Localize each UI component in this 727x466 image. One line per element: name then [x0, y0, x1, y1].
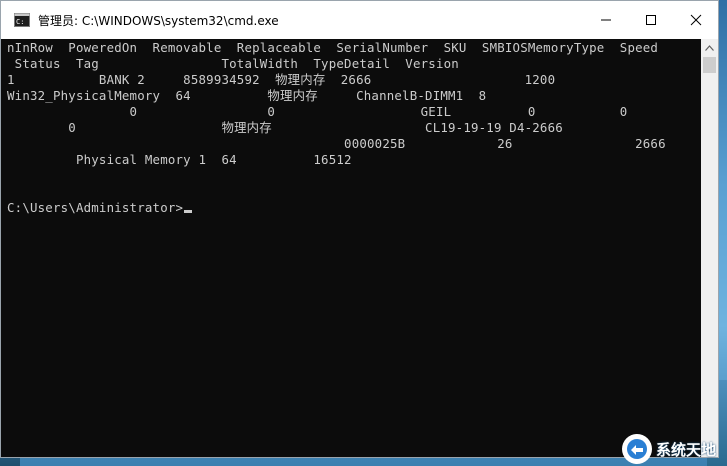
- console-output[interactable]: nInRow PoweredOn Removable Replaceable S…: [1, 39, 701, 457]
- maximize-button[interactable]: [628, 1, 673, 39]
- svg-text:C:: C:: [16, 18, 24, 26]
- chevron-up-icon: [705, 44, 714, 51]
- scrollbar-thumb[interactable]: [703, 57, 716, 73]
- title-bar[interactable]: C: 管理员: C:\WINDOWS\system32\cmd.exe: [1, 1, 718, 39]
- watermark-text: 系统天地: [656, 440, 717, 459]
- cmd-icon[interactable]: C:: [14, 12, 30, 28]
- console-line: Status Tag TotalWidth TypeDetail Version: [7, 56, 459, 71]
- maximize-icon: [645, 15, 656, 25]
- text-cursor: [184, 210, 193, 213]
- minimize-button[interactable]: [583, 1, 628, 39]
- console-line: Physical Memory 1 64 16512: [7, 152, 352, 167]
- command-prompt[interactable]: C:\Users\Administrator>: [7, 200, 193, 216]
- close-button[interactable]: [673, 1, 718, 39]
- console-line: nInRow PoweredOn Removable Replaceable S…: [7, 40, 659, 55]
- console-line: Win32_PhysicalMemory 64 物理内存 ChannelB-DI…: [7, 88, 487, 103]
- prompt-text: C:\Users\Administrator>: [7, 200, 184, 215]
- console-line: 1 BANK 2 8589934592 物理内存 2666 1200: [7, 72, 556, 87]
- minimize-icon: [600, 19, 611, 21]
- console-line: 0000025B 26 2666: [7, 136, 666, 151]
- vertical-scrollbar[interactable]: [701, 39, 718, 457]
- cmd-window[interactable]: C: 管理员: C:\WINDOWS\system32\cmd.exe nInR…: [0, 0, 719, 458]
- console-line: 0 0 GEIL 0 0: [7, 104, 628, 119]
- scroll-up-arrow[interactable]: [701, 39, 718, 56]
- console-line: 0 物理内存 CL19-19-19 D4-2666: [7, 120, 563, 135]
- window-title: 管理员: C:\WINDOWS\system32\cmd.exe: [38, 13, 279, 28]
- site-watermark: 系统天地: [622, 432, 716, 466]
- watermark-logo-icon: [622, 434, 652, 464]
- close-icon: [690, 14, 701, 26]
